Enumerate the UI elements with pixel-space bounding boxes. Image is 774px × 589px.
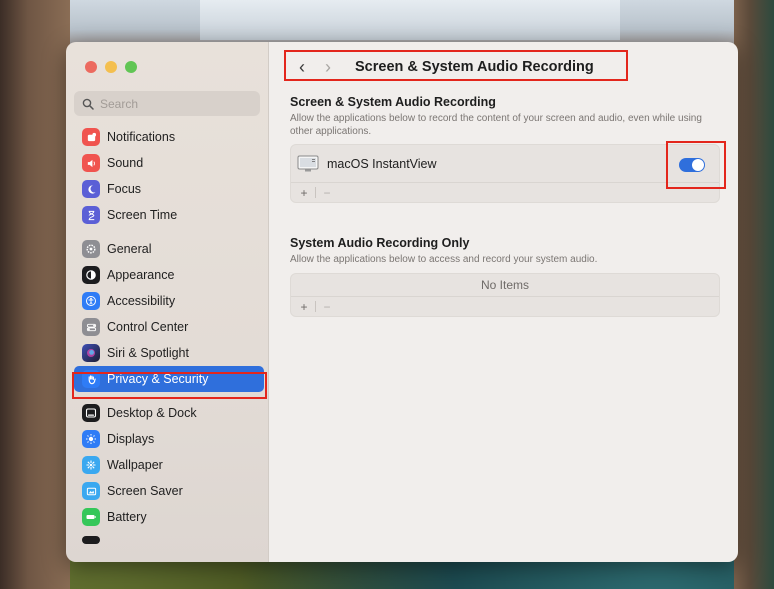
system-settings-window: Notifications Sound Focus Screen Time xyxy=(66,42,738,562)
monitor-app-icon xyxy=(297,155,319,171)
sidebar-item-screen-time[interactable]: Screen Time xyxy=(74,202,264,228)
sidebar-item-control-center[interactable]: Control Center xyxy=(74,314,264,340)
sidebar-item-appearance[interactable]: Appearance xyxy=(74,262,264,288)
moon-icon xyxy=(82,180,100,198)
gear-icon xyxy=(82,240,100,258)
sidebar-item-label: Siri & Spotlight xyxy=(107,346,189,360)
accessibility-icon xyxy=(82,292,100,310)
sidebar-search[interactable] xyxy=(74,91,260,116)
dock-icon xyxy=(82,404,100,422)
audio-only-header: System Audio Recording Only Allow the ap… xyxy=(290,236,720,266)
app-name: macOS InstantView xyxy=(327,156,437,171)
titlebar: ‹ › Screen & System Audio Recording xyxy=(289,53,629,81)
siri-icon xyxy=(82,344,100,362)
page-title: Screen & System Audio Recording xyxy=(355,59,594,75)
sidebar-item-accessibility[interactable]: Accessibility xyxy=(74,288,264,314)
sidebar: Notifications Sound Focus Screen Time xyxy=(66,42,269,562)
sidebar-item-label: General xyxy=(107,242,152,256)
sidebar-item-general[interactable]: General xyxy=(74,236,264,262)
chevron-right-icon: › xyxy=(325,56,331,77)
sidebar-item-privacy-security[interactable]: Privacy & Security xyxy=(74,366,264,392)
battery-icon xyxy=(82,508,100,526)
sidebar-item-siri-spotlight[interactable]: Siri & Spotlight xyxy=(74,340,264,366)
close-window-button[interactable] xyxy=(85,61,97,73)
appearance-icon xyxy=(82,266,100,284)
wallpaper-canyon-right xyxy=(734,0,774,589)
sidebar-list: Notifications Sound Focus Screen Time Ge… xyxy=(74,124,264,544)
sidebar-item-label: Screen Saver xyxy=(107,484,183,498)
app-row-macos-instantview: macOS InstantView xyxy=(291,141,726,189)
wallpaper-sky xyxy=(200,0,620,40)
remove-app-button[interactable]: − xyxy=(320,300,334,314)
section-description: Allow the applications below to access a… xyxy=(290,254,598,265)
chevron-left-icon: ‹ xyxy=(299,56,305,77)
add-remove-bar: + − xyxy=(291,183,719,202)
sidebar-item-desktop-dock[interactable]: Desktop & Dock xyxy=(74,400,264,426)
section-description: Allow the applications below to record t… xyxy=(290,113,702,137)
main-pane: ‹ › Screen & System Audio Recording Scre… xyxy=(269,42,738,562)
remove-app-button[interactable]: − xyxy=(320,186,334,200)
sidebar-item-focus[interactable]: Focus xyxy=(74,176,264,202)
lock-screen-icon xyxy=(82,536,100,544)
notifications-icon xyxy=(82,128,100,146)
wallpaper-canyon-left xyxy=(0,0,70,589)
search-icon xyxy=(82,98,94,110)
section-title: System Audio Recording Only xyxy=(290,236,470,250)
sidebar-item-label: Accessibility xyxy=(107,294,176,308)
add-app-button[interactable]: + xyxy=(297,186,311,200)
sidebar-item-sound[interactable]: Sound xyxy=(74,150,264,176)
empty-list-message: No Items xyxy=(291,274,719,297)
sun-icon xyxy=(82,430,100,448)
sidebar-item-label: Wallpaper xyxy=(107,458,163,472)
speaker-icon xyxy=(82,154,100,172)
sidebar-item-displays[interactable]: Displays xyxy=(74,426,264,452)
minimize-window-button[interactable] xyxy=(105,61,117,73)
sidebar-item-label: Desktop & Dock xyxy=(107,406,197,420)
hourglass-icon xyxy=(82,206,100,224)
toggle-knob xyxy=(692,159,704,171)
sidebar-item-label: Focus xyxy=(107,182,142,196)
screen-recording-header: Screen & System Audio Recording Allow th… xyxy=(290,95,720,138)
sidebar-item-screen-saver[interactable]: Screen Saver xyxy=(74,478,264,504)
control-center-icon xyxy=(82,318,100,336)
instantview-permission-toggle[interactable] xyxy=(679,158,705,172)
forward-button[interactable]: › xyxy=(315,54,341,80)
sidebar-item-label: Control Center xyxy=(107,320,189,334)
sidebar-item-label: Sound xyxy=(107,156,144,170)
divider xyxy=(315,301,316,312)
sidebar-item-wallpaper[interactable]: Wallpaper xyxy=(74,452,264,478)
add-remove-bar: + − xyxy=(291,297,719,316)
hand-icon xyxy=(82,370,100,388)
add-app-button[interactable]: + xyxy=(297,300,311,314)
zoom-window-button[interactable] xyxy=(125,61,137,73)
sidebar-item-label: Privacy & Security xyxy=(107,372,209,386)
search-input[interactable] xyxy=(100,96,250,111)
section-title: Screen & System Audio Recording xyxy=(290,95,496,109)
sidebar-item-label: Appearance xyxy=(107,268,175,282)
sidebar-item-label: Displays xyxy=(107,432,155,446)
sidebar-item-battery[interactable]: Battery xyxy=(74,504,264,530)
sidebar-item-notifications[interactable]: Notifications xyxy=(74,124,264,150)
window-controls xyxy=(85,61,137,73)
audio-only-app-list: No Items + − xyxy=(290,273,720,317)
screen-saver-icon xyxy=(82,482,100,500)
screen-recording-app-list: macOS InstantView + − xyxy=(290,141,726,203)
sidebar-item-label: Battery xyxy=(107,510,147,524)
divider xyxy=(315,187,316,198)
back-button[interactable]: ‹ xyxy=(289,54,315,80)
sidebar-item-label: Notifications xyxy=(107,130,176,144)
sidebar-item-partial[interactable] xyxy=(74,530,264,544)
sidebar-item-label: Screen Time xyxy=(107,208,178,222)
wallpaper-icon xyxy=(82,456,100,474)
